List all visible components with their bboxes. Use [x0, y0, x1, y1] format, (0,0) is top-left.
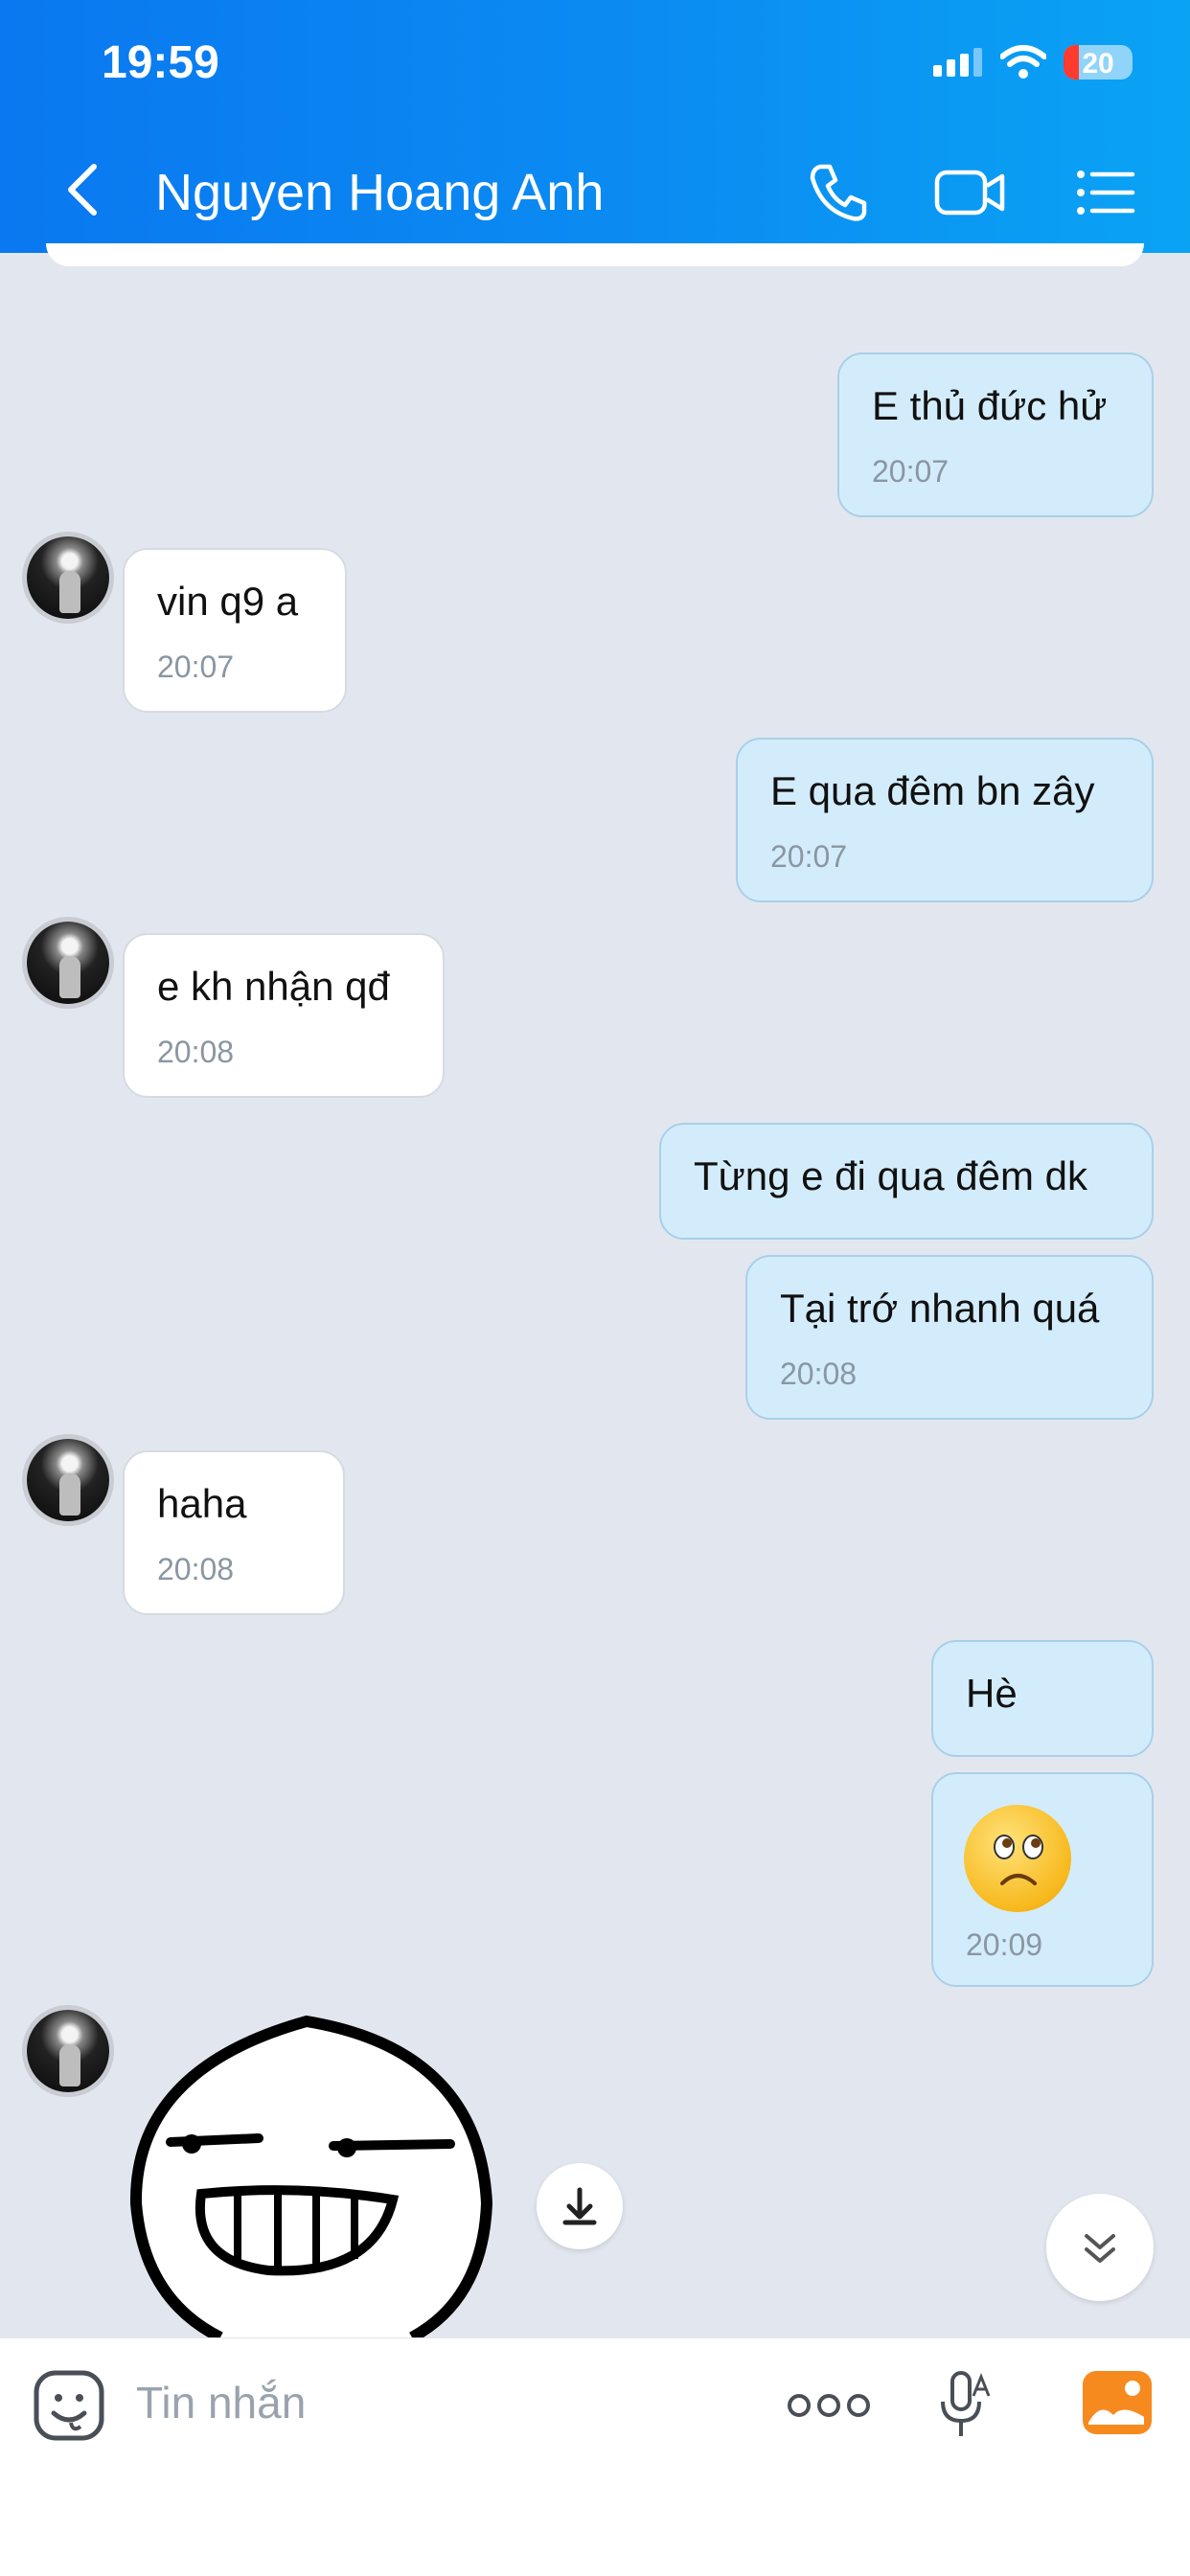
message-outgoing[interactable]: Tại trớ nhanh quá 20:08: [745, 1255, 1154, 1420]
download-button[interactable]: [537, 2163, 623, 2249]
more-icon[interactable]: [786, 2388, 872, 2423]
video-icon[interactable]: [933, 159, 1006, 226]
pinned-strip: [46, 243, 1144, 266]
download-icon: [562, 2187, 597, 2225]
avatar[interactable]: [27, 922, 109, 1004]
contact-name[interactable]: Nguyen Hoang Anh: [155, 163, 604, 222]
message-input[interactable]: Tin nhắn: [136, 2377, 306, 2428]
avatar[interactable]: [27, 2010, 109, 2092]
sticker-icon[interactable]: [33, 2369, 105, 2442]
battery-indicator: 20: [1064, 45, 1133, 80]
grinning-sticker-icon[interactable]: [125, 2012, 498, 2337]
message-time: 20:07: [872, 454, 950, 489]
message-time: 20:09: [966, 1927, 1043, 1962]
menu-list-icon[interactable]: [1073, 159, 1140, 226]
message-text: Từng e đi qua đêm dk: [694, 1153, 1088, 1198]
message-text: Tại trớ nhanh quá: [780, 1286, 1100, 1331]
signal-icon: [933, 48, 982, 77]
message-incoming[interactable]: vin q9 a 20:07: [123, 548, 347, 713]
message-text: E thủ đức hử: [872, 383, 1108, 428]
message-outgoing[interactable]: E thủ đức hử 20:07: [837, 353, 1154, 517]
message-text: haha: [157, 1481, 247, 1526]
message-text: E qua đêm bn zây: [770, 768, 1095, 813]
message-time: 20:08: [157, 1035, 235, 1069]
message-time: 20:08: [780, 1356, 858, 1391]
avatar[interactable]: [27, 1439, 109, 1521]
message-text: e kh nhận qđ: [157, 964, 390, 1009]
status-icons: 20: [933, 38, 1133, 86]
back-icon[interactable]: [63, 161, 102, 218]
message-time: 20:07: [157, 650, 235, 684]
message-text: Hè: [966, 1671, 1018, 1716]
message-time: 20:08: [157, 1552, 235, 1586]
image-icon[interactable]: [1081, 2369, 1154, 2436]
message-outgoing[interactable]: Hè: [931, 1640, 1154, 1757]
message-time: 20:07: [770, 839, 848, 874]
message-outgoing[interactable]: E qua đêm bn zây 20:07: [736, 738, 1154, 902]
wifi-icon: [1000, 45, 1046, 79]
chat-header: 19:59 20 Nguyen Hoang Anh: [0, 0, 1190, 253]
composer-bar: Tin nhắn: [0, 2337, 1190, 2576]
sad-emoji-icon: [964, 1805, 1071, 1912]
battery-level: 20: [1082, 48, 1114, 80]
phone-icon[interactable]: [805, 159, 872, 226]
scroll-down-button[interactable]: [1046, 2194, 1154, 2301]
status-time: 19:59: [102, 37, 219, 88]
avatar[interactable]: [27, 536, 109, 619]
message-incoming[interactable]: haha 20:08: [123, 1450, 345, 1615]
message-incoming[interactable]: e kh nhận qđ 20:08: [123, 933, 445, 1098]
scroll-down-icon: [1085, 2234, 1115, 2263]
voice-icon[interactable]: [939, 2369, 996, 2442]
message-text: vin q9 a: [157, 579, 299, 624]
message-outgoing[interactable]: Từng e đi qua đêm dk: [659, 1123, 1154, 1240]
